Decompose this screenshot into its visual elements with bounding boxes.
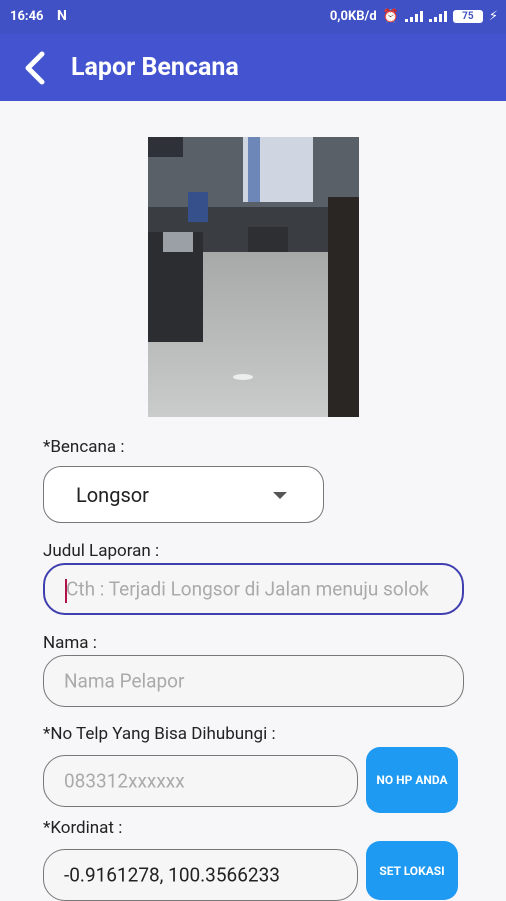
- kordinat-label: *Kordinat :: [43, 818, 123, 838]
- telp-placeholder: 083312xxxxxx: [64, 769, 185, 793]
- kordinat-input[interactable]: -0.9161278, 100.3566233: [43, 849, 358, 901]
- alarm-off-icon: ⏰: [382, 9, 399, 24]
- dropdown-arrow-icon: [273, 492, 287, 499]
- status-right-group: 0,0KB/d ⏰ 75 ⚡: [330, 9, 498, 24]
- judul-input[interactable]: Cth : Terjadi Longsor di Jalan menuju so…: [43, 563, 464, 615]
- app-bar: Lapor Bencana: [0, 34, 506, 101]
- nama-label: Nama :: [43, 633, 97, 653]
- battery-icon: 75: [452, 10, 483, 23]
- photo-image: [148, 137, 359, 417]
- judul-placeholder: Cth : Terjadi Longsor di Jalan menuju so…: [66, 577, 429, 601]
- bencana-select[interactable]: Longsor: [43, 466, 324, 523]
- charging-icon: ⚡: [488, 9, 498, 24]
- signal-icon: [404, 11, 423, 22]
- status-bar: 16:46 N 0,0KB/d ⏰ 75 ⚡: [0, 0, 506, 34]
- nama-placeholder: Nama Pelapor: [64, 669, 185, 693]
- nama-input[interactable]: Nama Pelapor: [43, 655, 464, 707]
- back-button[interactable]: [18, 48, 58, 88]
- telp-input[interactable]: 083312xxxxxx: [43, 755, 358, 807]
- status-time: 16:46: [10, 9, 44, 24]
- network-speed: 0,0KB/d: [329, 9, 377, 24]
- signal-icon-2: [428, 11, 447, 22]
- report-photo[interactable]: [148, 137, 359, 417]
- judul-label: Judul Laporan :: [43, 541, 160, 561]
- set-lokasi-button[interactable]: SET LOKASI: [366, 841, 458, 900]
- page-title: Lapor Bencana: [71, 53, 239, 82]
- notification-icon: N: [57, 8, 67, 24]
- no-hp-button[interactable]: NO HP ANDA: [366, 747, 458, 813]
- kordinat-value: -0.9161278, 100.3566233: [64, 863, 280, 887]
- back-arrow-icon: [25, 51, 45, 85]
- bencana-label: *Bencana :: [43, 437, 125, 457]
- bencana-selected-value: Longsor: [76, 482, 149, 507]
- telp-label: *No Telp Yang Bisa Dihubungi :: [43, 724, 276, 744]
